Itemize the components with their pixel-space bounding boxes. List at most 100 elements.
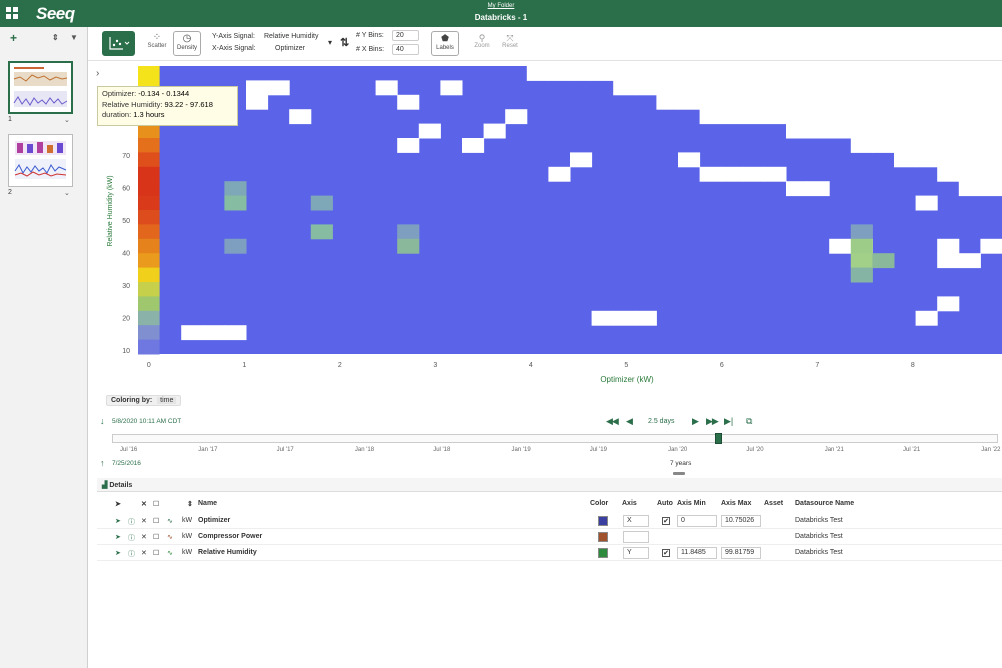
- visualization-type-button[interactable]: [102, 31, 135, 56]
- heatmap-empty-cell[interactable]: [937, 238, 960, 254]
- heatmap-cell[interactable]: [397, 224, 420, 240]
- heatmap-empty-cell[interactable]: [915, 310, 938, 326]
- display-duration[interactable]: 2.5 days: [648, 418, 674, 425]
- heatmap-empty-cell[interactable]: [829, 123, 852, 139]
- popout-icon[interactable]: ⧉: [746, 416, 752, 427]
- heatmap-empty-cell[interactable]: [786, 109, 809, 125]
- heatmap-cell[interactable]: [138, 238, 160, 254]
- column-axis-min[interactable]: Axis Min: [677, 500, 706, 507]
- heatmap-empty-cell[interactable]: [872, 109, 895, 125]
- heatmap-empty-cell[interactable]: [980, 94, 1002, 110]
- heatmap-empty-cell[interactable]: [958, 123, 981, 139]
- sort-icon[interactable]: ⇕: [52, 33, 59, 42]
- select-all-checkbox[interactable]: ☐: [153, 500, 159, 508]
- row-checkbox[interactable]: ☐: [153, 533, 159, 541]
- heatmap-empty-cell[interactable]: [958, 109, 981, 125]
- heatmap-cell[interactable]: [138, 152, 160, 168]
- heatmap-empty-cell[interactable]: [937, 123, 960, 139]
- heatmap-empty-cell[interactable]: [937, 253, 960, 269]
- column-datasource[interactable]: Datasource Name: [795, 500, 854, 507]
- signal-name[interactable]: Compressor Power: [198, 533, 262, 540]
- heatmap-empty-cell[interactable]: [786, 181, 809, 197]
- heatmap-empty-cell[interactable]: [915, 138, 938, 153]
- plus-icon[interactable]: +: [10, 31, 17, 45]
- remove-icon[interactable]: ✕: [141, 517, 147, 525]
- heatmap-empty-cell[interactable]: [613, 66, 636, 81]
- pin-icon[interactable]: ➤: [115, 533, 121, 541]
- heatmap-empty-cell[interactable]: [656, 94, 679, 110]
- color-swatch[interactable]: [598, 516, 608, 526]
- caret-down-icon[interactable]: ▾: [328, 38, 332, 47]
- investigate-range-start[interactable]: 7/25/2016: [112, 460, 141, 467]
- scatter-button[interactable]: ⁘ Scatter: [146, 32, 168, 49]
- heatmap-empty-cell[interactable]: [872, 66, 895, 81]
- heatmap-empty-cell[interactable]: [699, 109, 722, 125]
- heatmap-cell[interactable]: [397, 238, 420, 254]
- color-swatch[interactable]: [598, 532, 608, 542]
- heatmap-empty-cell[interactable]: [872, 123, 895, 139]
- heatmap-empty-cell[interactable]: [980, 80, 1002, 96]
- heatmap-empty-cell[interactable]: [894, 123, 917, 139]
- heatmap-empty-cell[interactable]: [958, 66, 981, 81]
- details-header[interactable]: ▟ Details: [97, 478, 1002, 492]
- heatmap-empty-cell[interactable]: [915, 94, 938, 110]
- heatmap-empty-cell[interactable]: [634, 310, 657, 326]
- heatmap-empty-cell[interactable]: [462, 138, 485, 153]
- heatmap-cell[interactable]: [138, 339, 160, 355]
- heatmap-empty-cell[interactable]: [829, 66, 852, 81]
- heatmap-empty-cell[interactable]: [742, 80, 765, 96]
- reset-button[interactable]: ⤧ Reset: [499, 33, 521, 49]
- heatmap-empty-cell[interactable]: [829, 80, 852, 96]
- heatmap-empty-cell[interactable]: [980, 123, 1002, 139]
- heatmap-empty-cell[interactable]: [937, 66, 960, 81]
- back-icon[interactable]: ◀: [626, 416, 633, 427]
- heatmap-empty-cell[interactable]: [678, 80, 701, 96]
- forward-icon[interactable]: ▶: [692, 416, 699, 427]
- heatmap-cell[interactable]: [138, 138, 160, 153]
- pin-icon[interactable]: ➤: [115, 517, 121, 525]
- heatmap-empty-cell[interactable]: [699, 66, 722, 81]
- display-range-end[interactable]: 5/8/2020 10:11 AM CDT: [112, 418, 181, 425]
- table-row[interactable]: ➤ ⓘ ✕ ☐ ∿ kW Relative Humidity Y ✔ 11.84…: [97, 545, 1002, 561]
- chevron-down-icon[interactable]: ⌄: [64, 116, 70, 124]
- heatmap-empty-cell[interactable]: [894, 80, 917, 96]
- row-checkbox[interactable]: ☐: [153, 517, 159, 525]
- heatmap-empty-cell[interactable]: [915, 109, 938, 125]
- heatmap-empty-cell[interactable]: [505, 109, 528, 125]
- heatmap-empty-cell[interactable]: [570, 152, 593, 168]
- heatmap-cell[interactable]: [138, 181, 160, 197]
- heatmap-empty-cell[interactable]: [786, 66, 809, 81]
- heatmap-empty-cell[interactable]: [224, 325, 247, 341]
- row-checkbox[interactable]: ☐: [153, 549, 159, 557]
- heatmap-empty-cell[interactable]: [246, 80, 269, 96]
- heatmap-empty-cell[interactable]: [829, 94, 852, 110]
- axis-select[interactable]: X: [623, 515, 649, 527]
- heatmap-empty-cell[interactable]: [958, 138, 981, 153]
- x-bins-select[interactable]: 40: [392, 44, 419, 55]
- heatmap-empty-cell[interactable]: [721, 80, 744, 96]
- info-icon[interactable]: ⓘ: [128, 533, 135, 543]
- heatmap-empty-cell[interactable]: [980, 138, 1002, 153]
- heatmap-empty-cell[interactable]: [591, 310, 614, 326]
- column-axis-max[interactable]: Axis Max: [721, 500, 751, 507]
- heatmap-cell[interactable]: [224, 181, 247, 197]
- column-asset[interactable]: Asset: [764, 500, 783, 507]
- table-row[interactable]: ➤ ⓘ ✕ ☐ ∿ kW Compressor Power Databricks…: [97, 529, 1002, 545]
- heatmap-empty-cell[interactable]: [764, 166, 787, 182]
- heatmap-empty-cell[interactable]: [958, 94, 981, 110]
- labels-button[interactable]: ⬟ Labels: [431, 31, 459, 56]
- heatmap-empty-cell[interactable]: [699, 94, 722, 110]
- heatmap-empty-cell[interactable]: [526, 66, 549, 81]
- heatmap-cell[interactable]: [138, 282, 160, 297]
- heatmap-cell[interactable]: [138, 224, 160, 240]
- filter-icon[interactable]: ▼: [70, 33, 78, 42]
- heatmap-empty-cell[interactable]: [807, 109, 830, 125]
- heatmap-empty-cell[interactable]: [850, 123, 873, 139]
- heatmap-empty-cell[interactable]: [937, 109, 960, 125]
- heatmap-empty-cell[interactable]: [483, 123, 506, 139]
- column-auto[interactable]: Auto: [657, 500, 673, 507]
- heatmap-empty-cell[interactable]: [872, 138, 895, 153]
- heatmap-empty-cell[interactable]: [742, 166, 765, 182]
- heatmap-empty-cell[interactable]: [678, 94, 701, 110]
- heatmap-cell[interactable]: [850, 267, 873, 283]
